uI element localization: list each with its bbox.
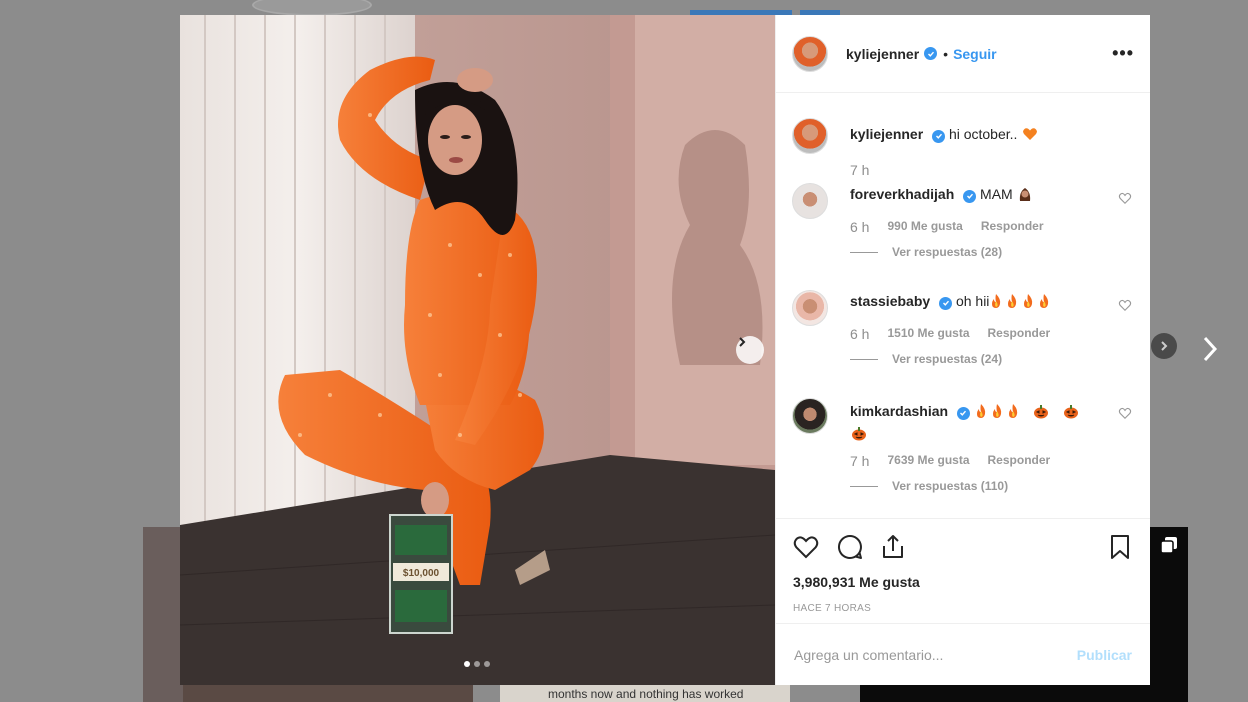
comment-likes[interactable]: 1510 Me gusta [887, 326, 969, 342]
fire-icon [1008, 404, 1018, 418]
verified-badge-icon [932, 129, 946, 143]
background-avatar [252, 0, 372, 16]
verified-badge-icon [939, 296, 953, 310]
post-timestamp: HACE 7 HORAS [793, 603, 872, 614]
verified-badge-icon [924, 47, 938, 60]
comment-like-heart-icon[interactable] [1118, 191, 1132, 205]
more-options-icon[interactable]: ••• [1112, 43, 1134, 64]
comment-like-heart-icon[interactable] [1118, 298, 1132, 312]
carousel-dot [474, 661, 480, 667]
carousel-dot [484, 661, 490, 667]
caption-text: kyliejenner hi october.. [850, 125, 1094, 143]
comment-like-heart-icon[interactable] [1118, 406, 1132, 420]
comment-text: kimkardashian [850, 400, 1094, 444]
comment-likes[interactable]: 7639 Me gusta [887, 453, 969, 469]
caption-meta: 7 h [850, 162, 869, 178]
comment-body: oh hii [955, 293, 990, 309]
post-likes-count[interactable]: 3,980,931 Me gusta [793, 574, 920, 590]
reply-button[interactable]: Responder [988, 453, 1051, 469]
fire-icon [992, 404, 1002, 418]
comment-meta: 6 h 990 Me gusta Responder [850, 219, 1044, 235]
comment-username[interactable]: foreverkhadijah [850, 186, 954, 202]
comment-likes[interactable]: 990 Me gusta [887, 219, 962, 235]
carousel-dot [464, 661, 470, 667]
view-replies-label: Ver respuestas (24) [892, 352, 1003, 366]
comment-username[interactable]: stassiebaby [850, 293, 930, 309]
comment-meta: 7 h 7639 Me gusta Responder [850, 453, 1050, 469]
pumpkin-icon [1063, 405, 1078, 419]
comment-meta: 6 h 1510 Me gusta Responder [850, 326, 1050, 342]
photo-illustration: $10,000 [180, 15, 775, 685]
caption-time: 7 h [850, 162, 870, 178]
author-avatar[interactable] [792, 35, 828, 72]
background-text: months now and nothing has worked [548, 687, 744, 701]
bookmark-icon[interactable] [1106, 533, 1134, 561]
fire-icon [1024, 294, 1033, 308]
background-thumbnail [183, 684, 473, 702]
carousel-indicator [464, 661, 490, 667]
author-avatar[interactable] [792, 118, 828, 154]
multiple-photos-icon [1160, 537, 1177, 554]
chevron-right-icon [1161, 341, 1168, 351]
post-modal: $10,000 kyliejenner • Seguir ••• kylieje… [180, 15, 1150, 685]
commenter-avatar[interactable] [792, 398, 828, 434]
verified-badge-icon [956, 406, 970, 420]
view-replies-button[interactable]: Ver respuestas (24) [850, 352, 1002, 366]
comment-bubble-icon[interactable] [836, 533, 864, 561]
post-header: kyliejenner • Seguir ••• [776, 15, 1150, 93]
pumpkin-icon [852, 427, 866, 441]
fire-icon [976, 404, 986, 418]
comment-text: stassiebaby oh hii [850, 292, 1094, 310]
author-username[interactable]: kyliejenner [846, 46, 919, 62]
pumpkin-icon [1033, 405, 1048, 419]
fire-icon [992, 294, 1001, 308]
reply-button[interactable]: Responder [988, 326, 1051, 342]
post-photo[interactable]: $10,000 [180, 15, 775, 685]
caption-body: hi october.. [948, 126, 1018, 142]
next-post-button[interactable] [1151, 333, 1177, 359]
reply-button[interactable]: Responder [981, 219, 1044, 235]
comment-body: MAM [980, 186, 1013, 202]
post-sidebar: kyliejenner • Seguir ••• kyliejenner hi … [775, 15, 1150, 685]
like-heart-icon[interactable] [792, 533, 820, 561]
comment-username[interactable]: kimkardashian [850, 403, 948, 419]
background-thumbnail [143, 527, 183, 702]
carousel-next-button[interactable] [736, 336, 764, 364]
caption-username[interactable]: kyliejenner [850, 126, 923, 142]
chevron-right-icon [739, 337, 746, 347]
fire-icon [1040, 294, 1049, 308]
view-replies-label: Ver respuestas (28) [892, 245, 1003, 259]
replies-line [850, 251, 878, 253]
publish-button[interactable]: Publicar [1077, 647, 1132, 663]
comment-text: foreverkhadijah MAM [850, 185, 1094, 203]
post-actions: 3,980,931 Me gusta HACE 7 HORAS [776, 518, 1150, 623]
share-icon[interactable] [879, 533, 907, 561]
money-band-label: $10,000 [403, 568, 440, 579]
replies-line [850, 358, 878, 360]
view-replies-button[interactable]: Ver respuestas (28) [850, 245, 1002, 259]
view-replies-button[interactable]: Ver respuestas (110) [850, 479, 1008, 493]
comment-time: 6 h [850, 219, 870, 235]
verified-badge-icon [963, 189, 977, 203]
woman-icon [1019, 188, 1030, 201]
comment-input[interactable] [794, 646, 1077, 663]
add-comment-bar: Publicar [776, 623, 1150, 685]
commenter-avatar[interactable] [792, 290, 828, 326]
separator-dot: • [943, 45, 949, 62]
next-arrow-icon[interactable] [1198, 334, 1222, 364]
view-replies-label: Ver respuestas (110) [892, 479, 1009, 493]
orange-heart-icon [1023, 128, 1038, 140]
comments-list: kyliejenner hi october.. 7 h foreverkhad… [776, 93, 1150, 518]
comment-time: 6 h [850, 326, 870, 342]
replies-line [850, 485, 878, 487]
follow-button[interactable]: Seguir [953, 46, 997, 62]
fire-icon [1008, 294, 1017, 308]
comment-time: 7 h [850, 453, 870, 469]
commenter-avatar[interactable] [792, 183, 828, 219]
